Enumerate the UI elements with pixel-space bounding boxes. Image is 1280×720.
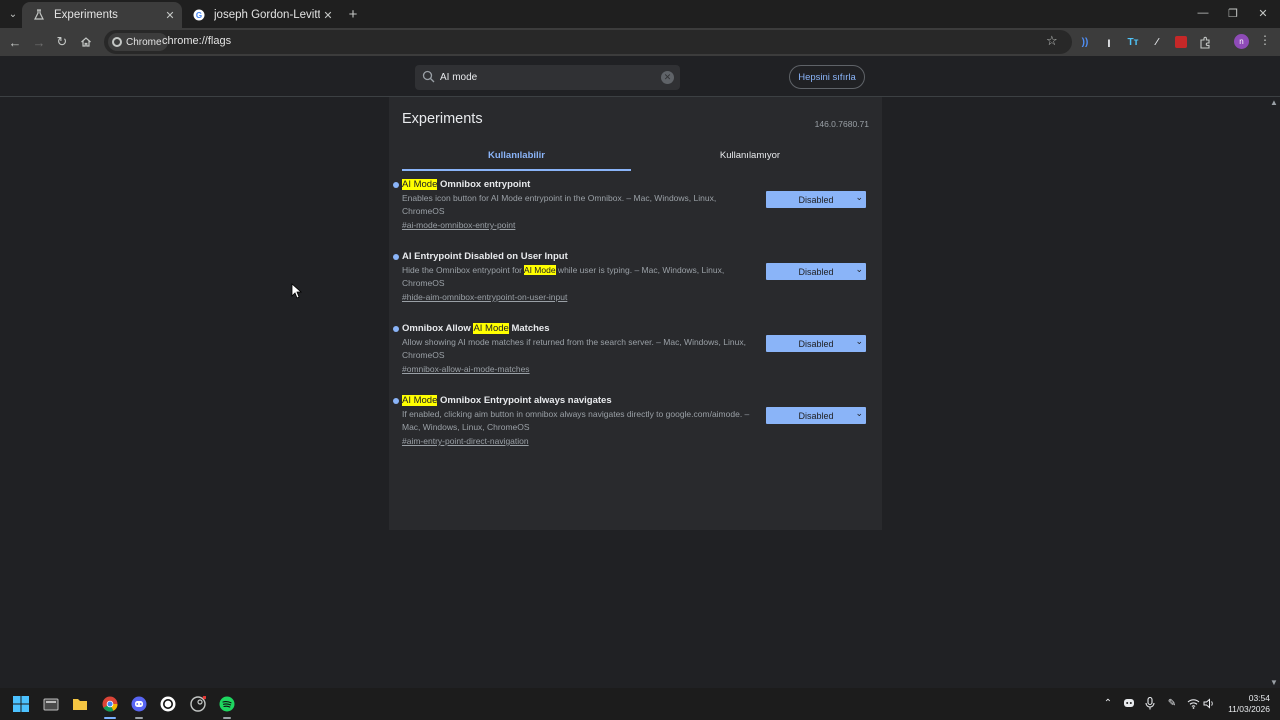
bookmark-star-icon[interactable]: ☆ (1046, 33, 1058, 49)
wifi-icon[interactable] (1186, 696, 1200, 710)
flag-anchor-link[interactable]: #hide-aim-omnibox-entrypoint-on-user-inp… (402, 292, 567, 302)
google-icon: G (192, 8, 206, 22)
speaker-icon[interactable] (1202, 696, 1216, 710)
system-clock[interactable]: 03:54 11/03/2026 (1222, 693, 1270, 715)
microphone-icon[interactable] (1143, 696, 1157, 710)
chevron-down-icon: ⌄ (855, 264, 863, 274)
pen-tray-icon[interactable]: ✎ (1165, 696, 1179, 710)
flag-item: Omnibox Allow AI Mode Matches Allow show… (389, 323, 882, 391)
chevron-down-icon: ⌄ (855, 336, 863, 346)
flag-title: Omnibox Allow AI Mode Matches (402, 323, 550, 334)
flags-header: AI mode ✕ Hepsini sıfırla (0, 56, 1280, 97)
chrome-icon[interactable] (101, 695, 119, 713)
restore-icon[interactable]: ❐ (1218, 3, 1248, 23)
clear-search-icon[interactable]: ✕ (661, 71, 674, 84)
tab-available[interactable]: Kullanılabilir (402, 147, 631, 171)
close-tab-icon[interactable]: ✕ (162, 7, 178, 23)
flag-description: If enabled, clicking aim button in omnib… (402, 409, 750, 432)
ublock-icon[interactable] (1173, 34, 1189, 50)
steam-icon[interactable] (189, 695, 207, 713)
flag-status-dot (393, 398, 399, 404)
svg-text:G: G (196, 11, 202, 20)
profile-avatar[interactable]: n (1234, 34, 1249, 49)
flag-item: AI Entrypoint Disabled on User Input Hid… (389, 251, 882, 319)
running-app-indicator (223, 717, 231, 719)
tab-unavailable[interactable]: Kullanılamıyor (634, 147, 866, 171)
flag-anchor-link[interactable]: #ai-mode-omnibox-entry-point (402, 220, 515, 230)
tab-title: joseph Gordon-Levitt - Google (214, 9, 320, 21)
flag-status-dot (393, 254, 399, 260)
windows-start-icon[interactable] (12, 695, 30, 713)
mouse-cursor-icon (291, 283, 303, 299)
menu-kebab-icon[interactable]: ⋮ (1259, 33, 1271, 51)
scroll-down-arrow-icon[interactable]: ▼ (1270, 678, 1278, 687)
experiments-panel: Experiments 146.0.7680.71 Kullanılabilir… (389, 97, 882, 530)
site-info-chip[interactable]: Chrome (108, 33, 168, 51)
version-label: 146.0.7680.71 (814, 119, 869, 129)
tab-experiments[interactable]: Experiments ✕ (22, 2, 182, 28)
page-title: Experiments (402, 111, 483, 127)
browser-toolbar: ← → ↻ Chrome chrome://flags ☆ )) ꞁ Tт ∕ … (0, 28, 1280, 56)
chip-label: Chrome (126, 36, 162, 48)
chevron-down-icon: ⌄ (855, 192, 863, 202)
new-tab-icon[interactable]: + (344, 5, 362, 23)
close-window-icon[interactable]: ✕ (1248, 3, 1278, 23)
tab-google-search[interactable]: G joseph Gordon-Levitt - Google ✕ (182, 2, 340, 28)
running-app-indicator (135, 717, 143, 719)
chevron-down-icon: ⌄ (855, 408, 863, 418)
file-explorer-icon[interactable] (42, 695, 60, 713)
chevron-up-icon[interactable]: ⌃ (1101, 696, 1115, 710)
flag-state-select[interactable]: Disabled ⌄ (766, 335, 866, 352)
spotify-icon[interactable] (218, 695, 236, 713)
flag-anchor-link[interactable]: #omnibox-allow-ai-mode-matches (402, 364, 530, 374)
flag-title: AI Entrypoint Disabled on User Input (402, 251, 568, 262)
flag-state-select[interactable]: Disabled ⌄ (766, 191, 866, 208)
scroll-up-arrow-icon[interactable]: ▲ (1270, 98, 1278, 107)
close-tab-icon[interactable]: ✕ (320, 7, 336, 23)
search-icon (422, 70, 436, 84)
folder-icon[interactable] (71, 695, 89, 713)
address-bar[interactable]: Chrome chrome://flags ☆ (104, 30, 1072, 54)
reload-icon[interactable]: ↻ (53, 33, 71, 51)
clock-time: 03:54 (1248, 693, 1270, 703)
flag-item: AI Mode Omnibox Entrypoint always naviga… (389, 395, 882, 463)
discord-tray-icon[interactable] (1122, 696, 1136, 710)
tt-icon[interactable]: Tт (1125, 34, 1141, 50)
chatgpt-icon[interactable] (159, 695, 177, 713)
flag-anchor-link[interactable]: #aim-entry-point-direct-navigation (402, 436, 529, 446)
tab-title: Experiments (54, 9, 118, 21)
forward-icon[interactable]: → (30, 33, 48, 51)
flag-description: Allow showing AI mode matches if returne… (402, 337, 746, 360)
flag-item: AI Mode Omnibox entrypoint Enables icon … (389, 179, 882, 247)
url-text: chrome://flags (162, 35, 232, 47)
flag-title: AI Mode Omnibox Entrypoint always naviga… (402, 395, 612, 406)
minimize-icon[interactable]: — (1188, 3, 1218, 23)
flag-title: AI Mode Omnibox entrypoint (402, 179, 531, 190)
home-icon[interactable] (77, 33, 95, 51)
puzzle-icon[interactable] (1197, 34, 1213, 50)
tab-strip: ⌄ Experiments ✕ G joseph Gordon-Levitt -… (0, 0, 1280, 28)
reset-all-button[interactable]: Hepsini sıfırla (789, 65, 865, 89)
taskbar: ⌃ ✎ 03:54 11/03/2026 (0, 688, 1280, 720)
search-value: AI mode (440, 72, 478, 83)
flag-state-select[interactable]: Disabled ⌄ (766, 263, 866, 280)
chrome-icon (112, 37, 122, 47)
active-app-indicator (104, 717, 116, 719)
stroke-icon[interactable]: ꞁ (1101, 34, 1117, 50)
flag-status-dot (393, 182, 399, 188)
back-icon[interactable]: ← (6, 33, 24, 51)
pen-icon[interactable]: ∕ (1149, 34, 1165, 50)
flask-icon (32, 8, 46, 22)
flag-description: Enables icon button for AI Mode entrypoi… (402, 193, 717, 216)
flag-description: Hide the Omnibox entrypoint for AI Mode … (402, 265, 725, 288)
flag-status-dot (393, 326, 399, 332)
flag-state-select[interactable]: Disabled ⌄ (766, 407, 866, 424)
discord-icon[interactable] (130, 695, 148, 713)
tab-search-icon[interactable]: ⌄ (4, 5, 22, 23)
clock-date: 11/03/2026 (1228, 704, 1270, 714)
copilot-icon[interactable]: )) (1077, 34, 1093, 50)
flags-search-input[interactable]: AI mode ✕ (415, 65, 680, 90)
